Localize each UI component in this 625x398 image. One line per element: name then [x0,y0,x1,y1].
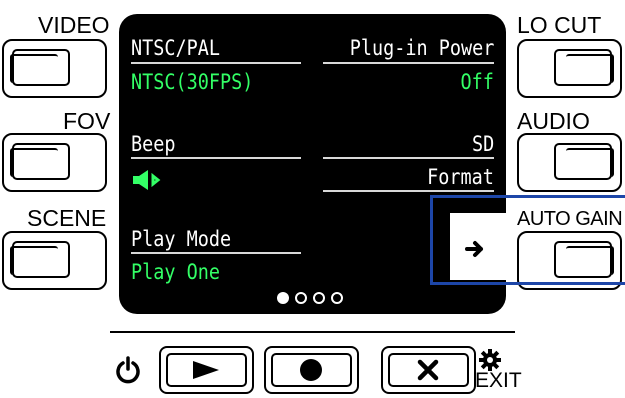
video-button[interactable] [2,39,107,98]
power-icon[interactable] [115,356,141,389]
audio-label: AUDIO [517,108,590,134]
fov-button[interactable] [2,133,107,192]
audio-button[interactable] [517,133,622,192]
plugin-power-value: Off [460,70,494,94]
record-button[interactable] [264,346,359,394]
play-button[interactable] [159,346,254,394]
close-icon [417,359,439,381]
divider [110,331,515,333]
fov-label: FOV [63,108,111,134]
speaker-icon [133,169,163,196]
page-dot-3 [313,292,325,304]
plugin-power-label: Plug-in Power [349,36,494,60]
lo-cut-label: LO CUT [517,12,602,38]
record-icon [300,359,322,381]
beep-label: Beep [131,132,176,156]
play-icon [193,361,219,379]
page-dot-2 [295,292,307,304]
page-indicator [277,292,343,304]
scene-button[interactable] [2,231,107,290]
play-mode-label: Play Mode [131,227,232,251]
close-button[interactable] [381,346,476,394]
lo-cut-button[interactable] [517,39,622,98]
play-mode-value: Play One [131,260,221,284]
ntsc-pal-label: NTSC/PAL [131,36,221,60]
video-label: VIDEO [38,12,110,38]
scene-label: SCENE [27,205,107,231]
page-dot-4 [331,292,343,304]
exit-label: EXIT [475,369,522,392]
ntsc-pal-value: NTSC(30FPS) [131,70,254,94]
page-dot-1 [277,292,289,304]
auto-gain-highlight [430,195,625,285]
sd-label: SD [471,132,494,156]
format-label: Format [427,165,494,189]
